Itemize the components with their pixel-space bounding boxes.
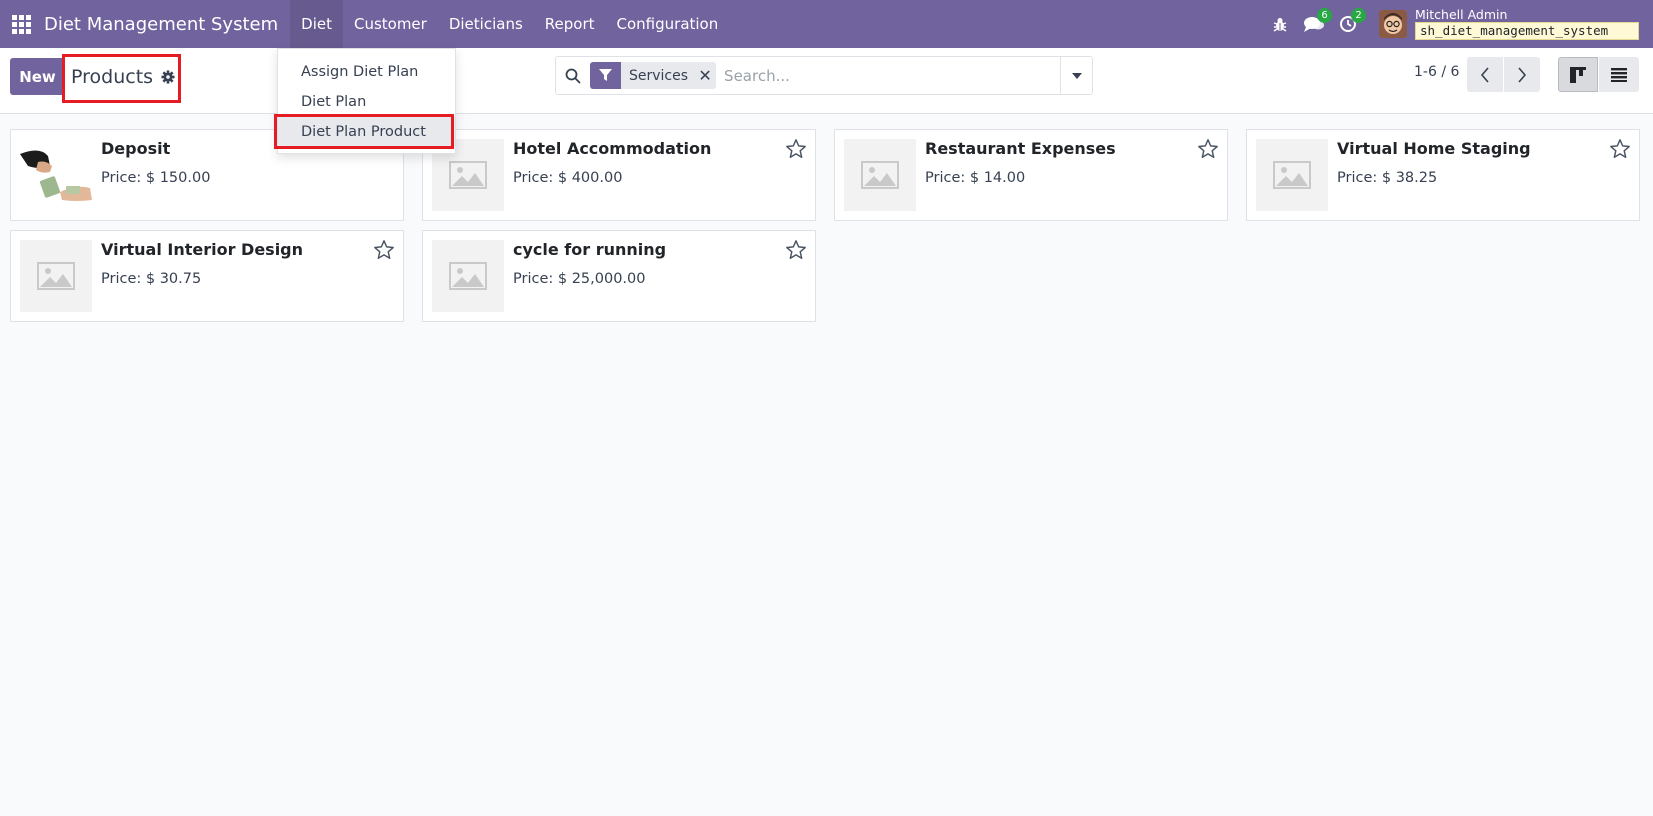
user-name: Mitchell Admin	[1415, 7, 1508, 22]
database-name: sh_diet_management_system	[1415, 22, 1639, 40]
activities-badge: 2	[1351, 8, 1366, 23]
kanban-icon	[1570, 66, 1586, 83]
product-card[interactable]: cycle for running Price: $ 25,000.00	[422, 230, 816, 322]
product-name: Virtual Home Staging	[1337, 139, 1531, 158]
menu-item-report[interactable]: Report	[534, 0, 606, 48]
image-placeholder-icon	[449, 161, 487, 189]
product-name: Deposit	[101, 139, 171, 158]
search-icon[interactable]	[556, 68, 590, 84]
product-image-placeholder	[20, 240, 92, 312]
highlight-box-products-title	[62, 54, 181, 103]
menu-item-diet[interactable]: Diet	[290, 0, 343, 48]
systray: 6 2 Mitchell Admin sh_diet_management_sy…	[1263, 0, 1653, 48]
image-placeholder-icon	[37, 262, 75, 290]
user-menu[interactable]: Mitchell Admin sh_diet_management_system	[1379, 8, 1653, 40]
product-image-placeholder	[844, 139, 916, 211]
favorite-star-icon[interactable]	[373, 239, 395, 261]
product-card[interactable]: Virtual Interior Design Price: $ 30.75	[10, 230, 404, 322]
messages-icon[interactable]: 6	[1297, 0, 1332, 48]
control-panel: New Products Services ✕ 1-6 / 6	[0, 48, 1653, 114]
product-price: Price: $ 25,000.00	[513, 271, 646, 287]
menu-item-customer[interactable]: Customer	[343, 0, 438, 48]
favorite-star-icon[interactable]	[785, 239, 807, 261]
product-name: Hotel Accommodation	[513, 139, 712, 158]
image-placeholder-icon	[449, 262, 487, 290]
pager-next-button[interactable]	[1504, 57, 1540, 92]
product-price: Price: $ 14.00	[925, 170, 1026, 186]
image-placeholder-icon	[1273, 161, 1311, 189]
search-facet: Services ✕	[590, 62, 717, 89]
main-menu: Diet Customer Dieticians Report Configur…	[290, 0, 729, 48]
menu-item-dieticians[interactable]: Dieticians	[438, 0, 534, 48]
debug-bug-icon[interactable]	[1263, 0, 1297, 48]
apps-menu-icon[interactable]	[0, 0, 42, 48]
product-image-placeholder	[1256, 139, 1328, 211]
menu-item-diet-plan[interactable]: Diet Plan	[278, 87, 455, 117]
product-photo	[20, 139, 92, 211]
facet-label: Services	[621, 62, 695, 89]
product-image-placeholder	[432, 240, 504, 312]
kanban-view-button[interactable]	[1558, 57, 1598, 92]
pager-previous-button[interactable]	[1467, 57, 1503, 92]
product-price: Price: $ 400.00	[513, 170, 623, 186]
product-price: Price: $ 30.75	[101, 271, 202, 287]
product-card[interactable]: Virtual Home Staging Price: $ 38.25	[1246, 129, 1640, 221]
new-button[interactable]: New	[10, 58, 65, 95]
user-avatar	[1379, 10, 1407, 38]
messages-badge: 6	[1317, 8, 1332, 23]
pager-value[interactable]: 1-6 / 6	[1414, 64, 1459, 80]
activities-clock-icon[interactable]: 2	[1331, 0, 1366, 48]
product-price: Price: $ 38.25	[1337, 170, 1438, 186]
product-name: Virtual Interior Design	[101, 240, 304, 259]
favorite-star-icon[interactable]	[1609, 138, 1631, 160]
product-card[interactable]: Hotel Accommodation Price: $ 400.00	[422, 129, 816, 221]
filter-icon	[590, 62, 621, 89]
search-input[interactable]	[724, 60, 1060, 91]
top-navbar: Diet Management System Diet Customer Die…	[0, 0, 1653, 48]
search-bar: Services ✕	[555, 56, 1093, 95]
list-view-button[interactable]	[1599, 57, 1639, 92]
product-name: Restaurant Expenses	[925, 139, 1116, 158]
chevron-left-icon	[1480, 66, 1489, 83]
chevron-right-icon	[1518, 66, 1527, 83]
app-title[interactable]: Diet Management System	[42, 0, 290, 48]
menu-item-configuration[interactable]: Configuration	[606, 0, 730, 48]
image-placeholder-icon	[861, 161, 899, 189]
favorite-star-icon[interactable]	[1197, 138, 1219, 160]
product-card[interactable]: Restaurant Expenses Price: $ 14.00	[834, 129, 1228, 221]
favorite-star-icon[interactable]	[785, 138, 807, 160]
search-options-toggle[interactable]	[1060, 57, 1092, 94]
product-price: Price: $ 150.00	[101, 170, 211, 186]
list-icon	[1611, 67, 1627, 82]
highlight-box-diet-plan-product	[274, 114, 454, 149]
product-name: cycle for running	[513, 240, 667, 259]
facet-remove-icon[interactable]: ✕	[694, 62, 717, 89]
menu-item-assign-diet-plan[interactable]: Assign Diet Plan	[278, 57, 455, 87]
